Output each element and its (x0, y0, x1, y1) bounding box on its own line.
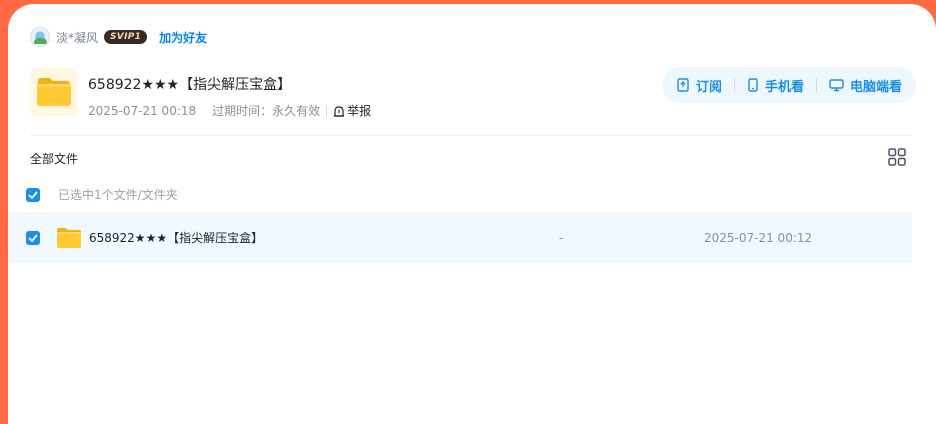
svip-badge: SVIP1 (104, 30, 148, 44)
subscribe-label: 订阅 (695, 79, 722, 95)
table-row[interactable]: 658922★★★【指尖解压宝盒】 - 2025-07-21 00:12 (8, 212, 912, 263)
folder-thumbnail (30, 68, 78, 116)
report-button[interactable]: 举报 (333, 102, 371, 119)
file-name[interactable]: 658922★★★【指尖解压宝盒】 (89, 229, 469, 246)
action-divider (815, 78, 817, 92)
mobile-view-label: 手机看 (764, 79, 804, 95)
share-header: 658922★★★【指尖解压宝盒】 2025-07-21 00:18 过期时间：… (30, 68, 371, 119)
breadcrumb[interactable]: 全部文件 (30, 150, 78, 167)
header-divider (30, 135, 912, 136)
check-icon (28, 233, 38, 242)
folder-icon (57, 227, 81, 248)
add-friend-link[interactable]: 加为好友 (159, 29, 207, 46)
selection-bar: 已选中1个文件/文件夹 (26, 186, 178, 203)
meta-divider (326, 104, 328, 117)
sharer-name[interactable]: 淡*凝风 (56, 29, 98, 46)
view-actions: 订阅 手机看 电脑端看 (661, 67, 916, 103)
file-modified: 2025-07-21 00:12 (704, 230, 813, 245)
share-title: 658922★★★【指尖解压宝盒】 (88, 77, 292, 93)
check-icon (28, 190, 38, 199)
share-card: 淡*凝风 SVIP1 加为好友 658922★★★【指尖解压宝盒】 2025-0… (8, 4, 936, 424)
folder-icon (37, 78, 71, 106)
mobile-view-button[interactable]: 手机看 (743, 76, 808, 95)
file-size: - (559, 230, 564, 245)
expire-info: 过期时间：永久有效 (212, 104, 321, 118)
report-label: 举报 (347, 104, 372, 118)
sharer-info: 淡*凝风 SVIP1 加为好友 (30, 26, 207, 48)
report-icon (334, 105, 345, 117)
subscribe-button[interactable]: 订阅 (672, 76, 726, 95)
avatar[interactable] (30, 27, 50, 47)
share-date: 2025-07-21 00:18 (88, 103, 197, 118)
share-meta: 2025-07-21 00:18 过期时间：永久有效 举报 (88, 102, 371, 119)
grid-view-icon[interactable] (888, 148, 906, 170)
row-checkbox[interactable] (26, 230, 40, 245)
select-all-checkbox[interactable] (26, 187, 40, 202)
action-divider (733, 78, 735, 92)
pc-view-label: 电脑端看 (849, 79, 902, 95)
pc-view-button[interactable]: 电脑端看 (825, 76, 906, 95)
selection-count: 已选中1个文件/文件夹 (58, 188, 178, 202)
phone-icon (748, 78, 758, 92)
bookmark-icon (677, 78, 689, 92)
monitor-icon (829, 79, 844, 92)
